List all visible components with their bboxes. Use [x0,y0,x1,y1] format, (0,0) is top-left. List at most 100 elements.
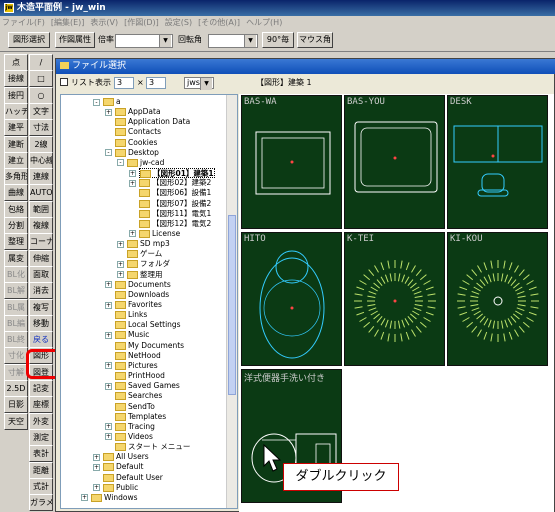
tree-item[interactable]: Local Settings [115,320,181,330]
side-left-button[interactable]: 属変 [4,249,28,267]
side-right-button[interactable]: 消去 [29,282,53,300]
tree-item[interactable]: jw-cad [127,158,164,168]
tree-item[interactable]: License [139,229,180,239]
tree-scrollbar[interactable] [226,95,237,508]
side-left-button[interactable]: 接線 [4,70,28,88]
tree-item[interactable]: SendTo [115,402,155,412]
tree-expander[interactable]: + [129,179,136,187]
tree-expander[interactable]: - [117,159,124,167]
side-left-button[interactable]: 包絡 [4,200,28,218]
tree-expander[interactable]: + [105,433,112,441]
side-left-button[interactable]: 整理 [4,233,28,251]
side-left-button[interactable]: 曲線 [4,184,28,202]
side-right-button[interactable]: 式計 [29,477,53,495]
side-left-button[interactable]: 寸化 [4,347,28,365]
side-left-button[interactable]: BL化 [4,265,28,283]
tree-item[interactable]: Music [115,330,149,340]
tree-item[interactable]: Public [103,483,138,493]
figure-tile[interactable]: HITO [241,232,342,366]
menu-other[interactable]: [その他(A)] [198,18,240,27]
side-right-button[interactable]: 伸縮 [29,249,53,267]
tree-item[interactable]: フォルダ [127,259,170,269]
side-right-button[interactable]: 寸法 [29,119,53,137]
tree-item[interactable]: 【図形02】建築2 [139,178,211,188]
side-right-button[interactable]: 範囲 [29,200,53,218]
side-right-button[interactable]: 測定 [29,428,53,446]
tree-item[interactable]: Default [103,462,143,472]
tree-item[interactable]: 【図形01】建築1 [139,168,215,179]
tree-item[interactable]: AppData [115,107,161,117]
list-view-checkbox[interactable] [60,78,68,86]
side-left-button[interactable]: 日影 [4,396,28,414]
tree-item[interactable]: PrintHood [115,371,165,381]
menu-settings[interactable]: 設定(S) [165,18,192,27]
tree-expander[interactable]: + [117,240,124,248]
side-left-button[interactable]: BL属 [4,298,28,316]
tree-expander[interactable]: + [117,271,124,279]
tree-item[interactable]: 【図形12】電気2 [139,219,211,229]
side-left-button[interactable]: 接円 [4,86,28,104]
tree-expander[interactable]: + [129,169,136,177]
tree-item[interactable]: Default User [103,473,163,483]
tree-item[interactable]: NetHood [115,351,161,361]
tree-expander[interactable]: + [105,331,112,339]
rows-spinner[interactable]: 3 [146,77,166,89]
tree-item[interactable]: SD mp3 [127,239,170,249]
tree-item[interactable]: Windows [91,493,137,503]
side-right-button[interactable]: 距離 [29,461,53,479]
figure-tile[interactable]: BAS-WA [241,95,342,229]
side-left-button[interactable]: 建立 [4,151,28,169]
deg90-button[interactable]: 90°毎 [262,32,294,48]
tree-item[interactable]: My Documents [115,341,184,351]
side-right-button[interactable]: □ [29,70,53,88]
side-left-button[interactable]: 建断 [4,135,28,153]
tree-expander[interactable]: + [129,230,136,238]
side-left-button[interactable]: 分割 [4,217,28,234]
side-right-button[interactable]: 連線 [29,168,53,186]
side-left-button[interactable]: ハッチ [4,102,28,120]
tree-item[interactable]: Documents [115,280,171,290]
tree-item[interactable]: 【図形06】設備1 [139,188,211,198]
side-right-button[interactable]: 文字 [29,102,53,120]
side-left-button[interactable]: BL終 [4,331,28,349]
tree-item[interactable]: a [103,97,121,107]
side-right-button[interactable]: 座標 [29,396,53,414]
side-right-button[interactable]: AUTO [29,184,53,202]
side-left-button[interactable]: 天空 [4,412,28,430]
tree-item[interactable]: Contacts [115,127,161,137]
side-right-button[interactable]: 記変 [29,380,53,397]
tree-expander[interactable]: + [105,382,112,390]
tree-item[interactable]: Pictures [115,361,158,371]
mouse-angle-button[interactable]: マウス角 [297,32,333,48]
tree-item[interactable]: Videos [115,432,153,442]
side-right-button[interactable]: / [29,54,53,71]
select-figure-button[interactable]: 図形選択 [8,32,50,48]
side-left-button[interactable]: 建平 [4,119,28,137]
tree-item[interactable]: Saved Games [115,381,180,391]
ext-select[interactable]: jws [184,77,214,90]
menu-file[interactable]: ファイル(F) [2,18,45,27]
scrollbar-thumb[interactable] [228,215,236,395]
side-right-button[interactable]: コーナー [29,233,53,251]
cols-spinner[interactable]: 3 [114,77,134,89]
rotation-select[interactable] [208,34,258,48]
tree-item[interactable]: スタート メニュー [115,442,190,452]
tree-expander[interactable]: + [105,281,112,289]
tree-item[interactable]: 整理用 [127,270,163,280]
tree-item[interactable]: Templates [115,412,166,422]
side-right-button[interactable]: 戻る [29,331,53,349]
tree-expander[interactable]: + [93,453,100,461]
side-left-button[interactable]: 2.5D [4,380,28,397]
tree-item[interactable]: Cookies [115,138,157,148]
tree-item[interactable]: Downloads [115,290,169,300]
tree-expander[interactable]: + [81,494,88,502]
menu-view[interactable]: 表示(V) [90,18,118,27]
tree-item[interactable]: 【図形11】電気1 [139,209,211,219]
side-right-button[interactable]: 面取 [29,265,53,283]
side-right-button[interactable]: 複写 [29,298,53,316]
menu-help[interactable]: ヘルプ(H) [246,18,282,27]
figure-tile[interactable]: K-TEI [344,232,445,366]
tree-expander[interactable]: + [105,362,112,370]
figure-tile[interactable]: KI-KOU [447,232,548,366]
tree-item[interactable]: Tracing [115,422,155,432]
